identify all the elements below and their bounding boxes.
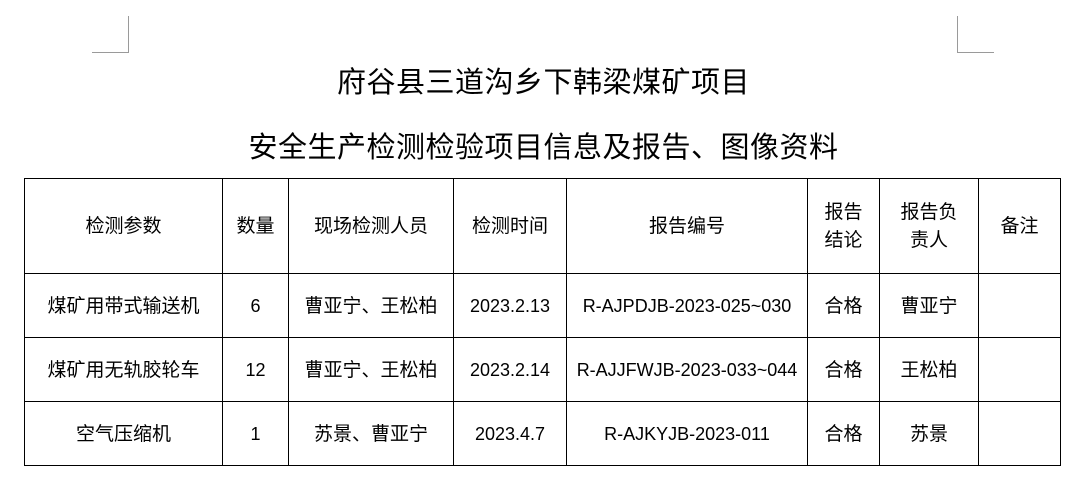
document-title: 府谷县三道沟乡下韩梁煤矿项目	[336, 65, 750, 99]
cell-quantity: 6	[222, 273, 289, 338]
table-header-row: 检测参数 数量 现场检测人员 检测时间 报告编号 报告结论 报告负责人 备注	[24, 178, 1061, 274]
table-row: 空气压缩机 1 苏景、曹亚宁 2023.4.7 R-AJKYJB-2023-01…	[24, 401, 1061, 466]
page-corner-mark-top-left	[92, 16, 129, 53]
cell-report-no: R-AJKYJB-2023-011	[566, 401, 808, 466]
header-remarks: 备注	[978, 178, 1061, 274]
cell-conclusion: 合格	[807, 401, 880, 466]
cell-conclusion: 合格	[807, 273, 880, 338]
inspection-info-table: 检测参数 数量 现场检测人员 检测时间 报告编号 报告结论 报告负责人 备注 煤…	[24, 178, 1061, 466]
header-conclusion: 报告结论	[807, 178, 880, 274]
cell-remarks	[978, 337, 1061, 402]
header-param: 检测参数	[24, 178, 223, 274]
cell-date: 2023.2.13	[453, 273, 567, 338]
cell-param: 空气压缩机	[24, 401, 223, 466]
cell-date: 2023.4.7	[453, 401, 567, 466]
cell-quantity: 12	[222, 337, 289, 402]
header-conclusion-label: 报告结论	[824, 201, 863, 251]
header-report-no: 报告编号	[566, 178, 808, 274]
cell-personnel: 曹亚宁、王松柏	[288, 273, 454, 338]
header-responsible-label: 报告负责人	[900, 201, 958, 251]
cell-param: 煤矿用无轨胶轮车	[24, 337, 223, 402]
cell-param: 煤矿用带式输送机	[24, 273, 223, 338]
document-subtitle: 安全生产检测检验项目信息及报告、图像资料	[248, 130, 839, 164]
cell-report-no: R-AJJFWJB-2023-033~044	[566, 337, 808, 402]
header-personnel: 现场检测人员	[288, 178, 454, 274]
cell-date: 2023.2.14	[453, 337, 567, 402]
cell-report-no: R-AJPDJB-2023-025~030	[566, 273, 808, 338]
header-date: 检测时间	[453, 178, 567, 274]
cell-responsible: 王松柏	[879, 337, 979, 402]
table-row: 煤矿用带式输送机 6 曹亚宁、王松柏 2023.2.13 R-AJPDJB-20…	[24, 273, 1061, 338]
cell-conclusion: 合格	[807, 337, 880, 402]
page-corner-mark-top-right	[957, 16, 994, 53]
cell-quantity: 1	[222, 401, 289, 466]
cell-remarks	[978, 401, 1061, 466]
cell-personnel: 曹亚宁、王松柏	[288, 337, 454, 402]
table-row: 煤矿用无轨胶轮车 12 曹亚宁、王松柏 2023.2.14 R-AJJFWJB-…	[24, 337, 1061, 402]
cell-responsible: 曹亚宁	[879, 273, 979, 338]
cell-responsible: 苏景	[879, 401, 979, 466]
header-responsible: 报告负责人	[879, 178, 979, 274]
cell-remarks	[978, 273, 1061, 338]
cell-personnel: 苏景、曹亚宁	[288, 401, 454, 466]
header-quantity: 数量	[222, 178, 289, 274]
